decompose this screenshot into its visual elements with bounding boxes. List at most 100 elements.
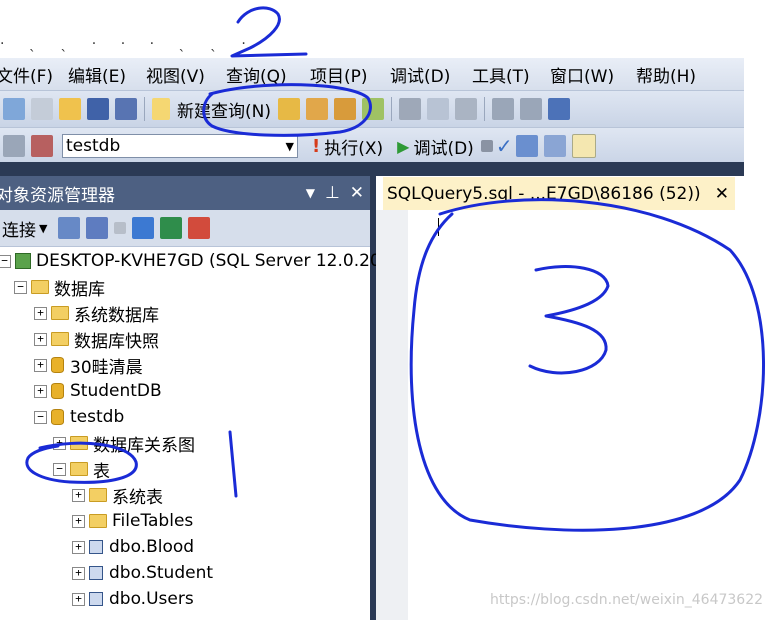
expand-icon[interactable]: + (72, 566, 85, 580)
toolbar-separator (390, 97, 392, 121)
collapse-icon[interactable]: − (14, 280, 27, 294)
tree-node-label: dbo.Users (109, 589, 194, 609)
close-icon[interactable]: ✕ (350, 183, 364, 203)
copy-icon[interactable] (426, 98, 449, 120)
execute-icon[interactable]: ! (312, 136, 320, 157)
debug-icon[interactable]: ▶ (397, 137, 409, 156)
new-query-icon[interactable] (152, 98, 170, 120)
tree-node-server[interactable]: − DESKTOP-KVHE7GD (SQL Server 12.0.20 (0, 248, 381, 274)
add-item-icon[interactable] (31, 98, 53, 120)
text-cursor (438, 218, 439, 236)
query-editor[interactable] (376, 210, 744, 620)
menu-project[interactable]: 项目(P) (310, 62, 390, 87)
editor-margin (376, 210, 408, 620)
undo-icon[interactable] (491, 98, 514, 120)
parse-check-icon[interactable]: ✓ (496, 134, 513, 158)
tree-node-label: 数据库快照 (74, 331, 159, 352)
tree-node-table-student[interactable]: + dbo.Student (72, 560, 213, 586)
menu-debug[interactable]: 调试(D) (390, 62, 472, 87)
menu-view[interactable]: 视图(V) (146, 62, 226, 87)
menu-tools[interactable]: 工具(T) (472, 62, 550, 87)
expand-icon[interactable]: + (34, 332, 47, 346)
refresh-icon[interactable] (160, 217, 183, 239)
cut-icon[interactable] (398, 98, 421, 120)
collapse-icon[interactable]: − (0, 254, 11, 268)
close-icon[interactable]: ✕ (715, 184, 729, 204)
expand-icon[interactable]: + (72, 540, 85, 554)
tab-sqlquery5[interactable]: SQLQuery5.sql - ...E7GD\86186 (52)) ✕ (383, 177, 735, 210)
open-file-icon[interactable] (59, 98, 81, 120)
tree-node-db-30[interactable]: + 30畦清晨 (34, 352, 143, 378)
tree-node-table-users[interactable]: + dbo.Users (72, 586, 194, 612)
activity-icon[interactable] (188, 217, 211, 239)
tree-node-label: 数据库关系图 (93, 435, 195, 456)
navigate-icon[interactable] (547, 98, 570, 120)
tree-node-label: DESKTOP-KVHE7GD (SQL Server 12.0.20 (36, 251, 381, 271)
tree-node-tables[interactable]: − 表 (53, 456, 110, 482)
dmx-query-icon[interactable] (333, 98, 356, 120)
expand-icon[interactable]: + (72, 488, 85, 502)
database-select-value: testdb (66, 136, 121, 156)
tree-node-filetables[interactable]: + FileTables (72, 508, 193, 534)
save-icon[interactable] (87, 98, 109, 120)
menu-help[interactable]: 帮助(H) (636, 62, 712, 87)
collapse-icon[interactable]: − (53, 462, 66, 476)
new-query-button[interactable]: 新建查询(N) (177, 97, 271, 122)
connect-server-icon[interactable] (58, 217, 81, 239)
database-select[interactable]: testdb ▼ (62, 134, 298, 158)
object-explorer-titlebar: 对象资源管理器 ▼ ⊥ ✕ (0, 176, 370, 210)
table-icon (89, 540, 103, 554)
menu-edit[interactable]: 编辑(E) (68, 62, 146, 87)
pin-icon[interactable]: ⊥ (325, 183, 340, 203)
expand-icon[interactable]: + (34, 306, 47, 320)
database-icon (51, 357, 64, 373)
expand-icon[interactable]: + (53, 436, 66, 450)
connect-button[interactable]: 连接 (2, 216, 36, 241)
disconnect-icon[interactable] (31, 135, 53, 157)
debug-button[interactable]: 调试(D) (413, 134, 473, 159)
tree-node-databases[interactable]: − 数据库 (14, 274, 105, 300)
tree-node-studentdb[interactable]: + StudentDB (34, 378, 162, 404)
toolbar-separator (483, 97, 485, 121)
tree-node-label: 表 (93, 461, 110, 482)
expand-icon[interactable]: + (72, 514, 85, 528)
redo-icon[interactable] (519, 98, 542, 120)
watermark: https://blog.csdn.net/weixin_46473622 (490, 592, 764, 608)
tree-node-testdb[interactable]: − testdb (34, 404, 124, 430)
tree-node-database-snapshots[interactable]: + 数据库快照 (34, 326, 159, 352)
expand-icon[interactable]: + (72, 592, 85, 606)
menu-bar: 文件(F) 编辑(E) 视图(V) 查询(Q) 项目(P) 调试(D) 工具(T… (0, 58, 744, 90)
menu-window[interactable]: 窗口(W) (550, 62, 636, 87)
paste-icon[interactable] (454, 98, 477, 120)
tree-node-table-blood[interactable]: + dbo.Blood (72, 534, 194, 560)
tree-node-label: testdb (70, 407, 125, 427)
sql-editor-toolbar: testdb ▼ ! 执行(X) ▶ 调试(D) ✓ (0, 127, 744, 164)
folder-icon (70, 462, 88, 476)
save-all-icon[interactable] (115, 98, 137, 120)
tree-node-label: dbo.Student (109, 563, 214, 583)
collapse-icon[interactable]: − (34, 410, 47, 424)
filter-icon[interactable] (132, 217, 155, 239)
db-engine-query-icon[interactable] (277, 98, 300, 120)
xmla-query-icon[interactable] (361, 98, 384, 120)
new-project-icon[interactable] (3, 98, 25, 120)
expand-icon[interactable]: + (34, 384, 47, 398)
chevron-down-icon[interactable]: ▼ (39, 222, 47, 235)
mdx-query-icon[interactable] (305, 98, 328, 120)
stop-icon[interactable] (480, 140, 493, 152)
tree-node-system-databases[interactable]: + 系统数据库 (34, 300, 159, 326)
disconnect-server-icon[interactable] (86, 217, 109, 239)
tree-node-diagrams[interactable]: + 数据库关系图 (53, 430, 195, 456)
tree-node-system-tables[interactable]: + 系统表 (72, 482, 163, 508)
chevron-down-icon[interactable]: ▼ (286, 140, 294, 153)
stop-icon[interactable] (114, 222, 127, 234)
menu-file[interactable]: 文件(F) (0, 62, 68, 87)
expand-icon[interactable]: + (34, 358, 47, 372)
results-grid-icon[interactable] (515, 135, 538, 157)
execute-button[interactable]: 执行(X) (324, 134, 383, 159)
results-file-icon[interactable] (571, 134, 596, 158)
menu-query[interactable]: 查询(Q) (226, 62, 310, 87)
results-text-icon[interactable] (543, 135, 566, 157)
dropdown-icon[interactable]: ▼ (306, 186, 315, 200)
connect-icon[interactable] (3, 135, 25, 157)
